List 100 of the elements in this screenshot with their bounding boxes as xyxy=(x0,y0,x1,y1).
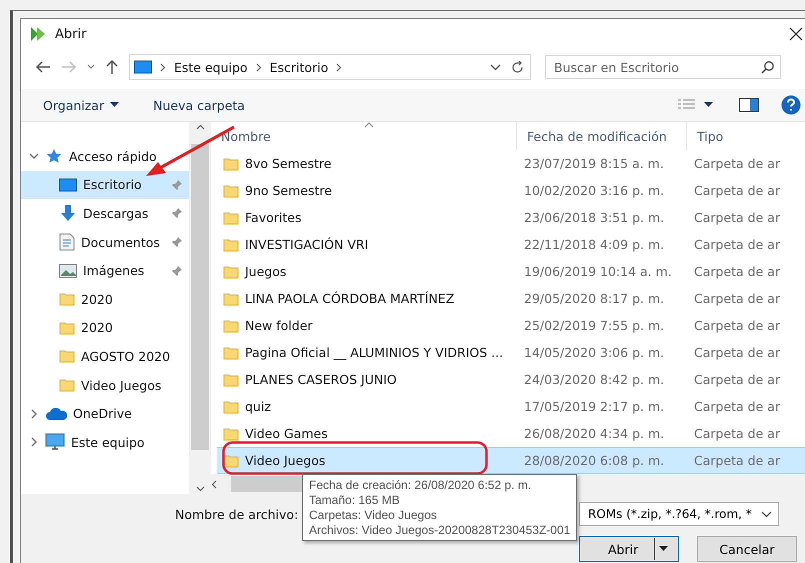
folder-icon xyxy=(223,210,239,226)
monitor-icon xyxy=(134,60,152,74)
cloud-icon xyxy=(45,406,67,421)
picture-icon xyxy=(59,264,77,278)
open-button[interactable]: Abrir xyxy=(579,536,679,562)
search-field[interactable]: Buscar en Escritorio xyxy=(545,55,781,79)
dropdown-caret-icon[interactable] xyxy=(87,64,95,70)
column-header[interactable]: Tipo xyxy=(687,122,805,150)
file-row[interactable]: LINA PAOLA CÓRDOBA MARTÍNEZ 29/05/2020 8:17 p. m. Carpeta de ar xyxy=(217,285,805,312)
sidebar-item[interactable]: Escritorio xyxy=(21,170,189,200)
file-name: Juegos xyxy=(245,264,286,279)
file-row[interactable]: INVESTIGACIÓN VRI 22/11/2018 4:09 p. m. Carpeta de ar xyxy=(217,231,805,258)
field-label: Nombre de archivo: xyxy=(175,506,298,522)
pin-icon[interactable] xyxy=(171,236,183,248)
type-cell-text: Carpeta de ar xyxy=(693,156,782,171)
file-row[interactable]: PLANES CASEROS JUNIO 24/03/2020 8:42 p. m. Carpeta de ar xyxy=(217,366,805,393)
date-cell-text: 19/06/2019 10:14 a. m. xyxy=(523,264,673,279)
computer-icon xyxy=(45,433,65,452)
file-name: PLANES CASEROS JUNIO xyxy=(245,372,397,387)
refresh-icon[interactable] xyxy=(511,60,524,74)
type-cell-text: Carpeta de ar xyxy=(693,210,782,225)
sidebar-item[interactable]: Descargas xyxy=(21,199,189,228)
folder-icon xyxy=(223,344,239,360)
folder-icon xyxy=(223,156,239,172)
file-name: Pagina Oficial __ ALUMINIOS Y VIDRIOS ... xyxy=(245,345,504,360)
breadcrumb[interactable]: Este equipo xyxy=(174,60,248,74)
date-cell-text: 22/11/2018 4:09 p. m. xyxy=(523,237,666,252)
column-header[interactable]: Fecha de modificación xyxy=(517,122,687,150)
date-cell-text: 23/06/2018 3:51 p. m. xyxy=(523,210,666,225)
file-row[interactable]: 8vo Semestre 23/07/2019 8:15 a. m. Carpeta de ar xyxy=(217,150,805,177)
sidebar-item[interactable]: Imágenes xyxy=(21,256,189,285)
scroll-up-icon[interactable] xyxy=(196,124,204,130)
type-cell-text: Carpeta de ar xyxy=(693,426,782,441)
file-row[interactable]: Video Juegos 28/08/2020 6:08 p. m. Carpeta de ar xyxy=(217,447,805,474)
chevron-right-icon[interactable] xyxy=(29,408,39,419)
folder-icon xyxy=(59,291,75,308)
preview-pane-icon[interactable] xyxy=(739,98,759,112)
chevron-right-icon xyxy=(336,62,342,72)
folder-icon xyxy=(223,290,239,306)
pin-icon[interactable] xyxy=(171,207,183,220)
sidebar-item[interactable]: Video Juegos xyxy=(21,370,189,400)
caret-icon[interactable] xyxy=(659,546,668,552)
chevron-right-icon xyxy=(160,62,166,72)
sidebar-item[interactable]: AGOSTO 2020 xyxy=(21,342,189,371)
file-row[interactable]: 9no Semestre 10/02/2020 3:16 p. m. Carpeta de ar xyxy=(217,177,805,204)
tooltip-line: Carpetas: Video Juegos xyxy=(309,508,438,522)
caret-icon[interactable] xyxy=(110,102,120,108)
chevron-down-icon[interactable] xyxy=(29,151,39,162)
type-cell-text: Carpeta de ar xyxy=(693,399,782,414)
column-header[interactable]: Nombre xyxy=(211,122,517,150)
date-cell-text: 28/08/2020 6:08 p. m. xyxy=(523,453,666,468)
file-row[interactable]: New folder 25/02/2019 7:55 p. m. Carpeta de ar xyxy=(217,312,805,339)
file-type-dropdown[interactable]: ROMs (*.zip, *.?64, *.rom, * xyxy=(579,502,779,526)
cancel-button[interactable]: Cancelar xyxy=(697,536,797,562)
scroll-thumb[interactable] xyxy=(191,144,209,450)
type-cell-text: Carpeta de ar xyxy=(693,264,782,279)
sidebar-item[interactable]: Documentos xyxy=(21,228,189,256)
pin-icon[interactable] xyxy=(171,264,183,277)
folder-icon xyxy=(223,182,239,198)
folder-icon xyxy=(223,398,239,414)
star-icon xyxy=(45,148,63,164)
file-row[interactable]: Favorites 23/06/2018 3:51 p. m. Carpeta de ar xyxy=(217,204,805,231)
close-icon[interactable] xyxy=(789,27,803,41)
file-name: quiz xyxy=(245,399,271,414)
date-cell-text: 24/03/2020 8:42 p. m. xyxy=(523,372,666,387)
file-row[interactable]: Video Games 26/08/2020 4:34 p. m. Carpeta de ar xyxy=(217,420,805,447)
address-bar[interactable]: Este equipo Escritorio xyxy=(129,54,531,80)
new-folder-button[interactable]: Nueva carpeta xyxy=(151,96,247,114)
download-arrow-icon xyxy=(59,204,77,222)
sidebar-item[interactable]: Este equipo xyxy=(21,428,189,457)
scroll-down-icon[interactable] xyxy=(196,486,204,492)
back-arrow-icon[interactable] xyxy=(35,60,51,74)
sidebar-item[interactable]: Acceso rápido xyxy=(21,142,189,171)
sidebar-item[interactable]: 2020 xyxy=(21,314,189,342)
scroll-left-icon[interactable] xyxy=(211,480,217,488)
type-cell-text: Carpeta de ar xyxy=(693,372,782,387)
up-arrow-icon[interactable] xyxy=(105,59,119,75)
breadcrumb[interactable]: Escritorio xyxy=(270,60,328,74)
tooltip-line: Tamaño: 165 MB xyxy=(309,493,401,507)
file-row[interactable]: Juegos 19/06/2019 10:14 a. m. Carpeta de ar xyxy=(217,258,805,285)
type-cell-text: Carpeta de ar xyxy=(693,345,782,360)
organize-button[interactable]: Organizar xyxy=(41,96,122,114)
sidebar-item[interactable]: OneDrive xyxy=(21,399,189,428)
file-row[interactable]: quiz 17/05/2019 2:17 p. m. Carpeta de ar xyxy=(217,393,805,420)
folder-icon xyxy=(59,348,75,364)
caret-icon[interactable] xyxy=(761,510,772,518)
type-cell-text: Carpeta de ar xyxy=(693,237,782,252)
folder-icon xyxy=(223,426,239,442)
help-icon[interactable] xyxy=(781,95,801,115)
date-cell-text: 10/02/2020 3:16 p. m. xyxy=(523,183,666,198)
window-title: Abrir xyxy=(55,26,86,42)
dropdown-caret-icon[interactable] xyxy=(490,64,501,70)
type-cell-text: Carpeta de ar xyxy=(693,318,782,333)
sidebar-item[interactable]: 2020 xyxy=(21,284,189,314)
type-cell-text: Carpeta de ar xyxy=(693,453,782,468)
folder-icon xyxy=(59,320,75,336)
file-row[interactable]: Pagina Oficial __ ALUMINIOS Y VIDRIOS ... 14/05/2020 3:06 p. m. Carpeta de ar xyxy=(217,339,805,366)
date-cell-text: 14/05/2020 3:06 p. m. xyxy=(523,345,666,360)
chevron-right-icon[interactable] xyxy=(29,437,39,448)
scrollbar[interactable] xyxy=(189,122,211,494)
